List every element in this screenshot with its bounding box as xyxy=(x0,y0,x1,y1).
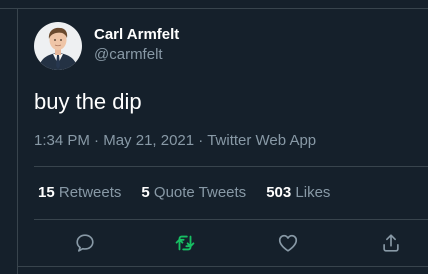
tweet-header: Carl Armfelt @carmfelt xyxy=(34,22,179,70)
tweet-stats: 15 Retweets 5 Quote Tweets 503 Likes xyxy=(38,183,330,203)
tweet-meta: 1:34 PM · May 21, 2021 · Twitter Web App xyxy=(34,131,316,151)
reply-button[interactable] xyxy=(73,231,97,255)
meta-separator: · xyxy=(94,132,100,149)
heart-icon xyxy=(278,234,298,252)
like-button[interactable] xyxy=(276,231,300,255)
stats-divider xyxy=(34,219,428,220)
profile-photo-icon xyxy=(34,22,82,70)
retweet-icon xyxy=(175,235,195,251)
retweets-label: Retweets xyxy=(58,184,122,201)
reply-icon xyxy=(76,234,94,252)
retweets-count: 15 xyxy=(38,184,55,201)
tweet-source[interactable]: Twitter Web App xyxy=(207,132,316,149)
likes-count: 503 xyxy=(266,184,292,201)
display-name[interactable]: Carl Armfelt xyxy=(94,26,179,44)
tweet-detail: Carl Armfelt @carmfelt buy the dip 1:34 … xyxy=(0,0,428,274)
likes-label: Likes xyxy=(295,184,331,201)
tweet-time[interactable]: 1:34 PM xyxy=(34,132,90,149)
left-border xyxy=(17,9,18,274)
user-info: Carl Armfelt @carmfelt xyxy=(94,26,179,65)
quote-tweets-label: Quote Tweets xyxy=(153,184,247,201)
avatar[interactable] xyxy=(34,22,82,70)
tweet-actions xyxy=(34,228,428,258)
quote-tweets-count: 5 xyxy=(141,184,150,201)
tweet-date[interactable]: May 21, 2021 xyxy=(103,132,194,149)
top-divider xyxy=(0,8,428,9)
quote-tweets-stat[interactable]: 5 Quote Tweets xyxy=(141,183,246,203)
meta-separator: · xyxy=(198,132,204,149)
user-handle[interactable]: @carmfelt xyxy=(94,45,179,65)
bottom-divider xyxy=(17,266,428,267)
tweet-text: buy the dip xyxy=(34,89,142,114)
likes-stat[interactable]: 503 Likes xyxy=(266,183,330,203)
retweet-button[interactable] xyxy=(173,231,197,255)
share-icon xyxy=(383,234,399,252)
retweets-stat[interactable]: 15 Retweets xyxy=(38,183,121,203)
meta-divider xyxy=(34,166,428,167)
share-button[interactable] xyxy=(379,231,403,255)
